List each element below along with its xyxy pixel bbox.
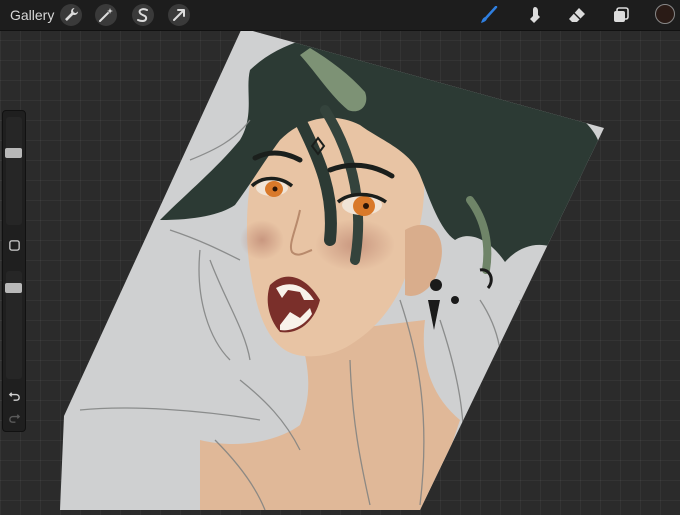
opacity-thumb[interactable] bbox=[5, 283, 22, 293]
brush-icon bbox=[481, 6, 498, 23]
modify-button[interactable] bbox=[6, 237, 22, 253]
layers-icon bbox=[614, 7, 629, 22]
transform-button[interactable] bbox=[168, 4, 190, 26]
magic-wand-icon bbox=[99, 8, 113, 22]
brush-size-thumb[interactable] bbox=[5, 148, 22, 158]
smudge-tool-button[interactable] bbox=[523, 4, 545, 26]
drawing-canvas[interactable] bbox=[0, 0, 680, 510]
artwork bbox=[60, 28, 604, 510]
redo-icon bbox=[8, 413, 20, 423]
selection-button[interactable] bbox=[132, 4, 154, 26]
gallery-button[interactable]: Gallery bbox=[10, 0, 54, 30]
layers-button[interactable] bbox=[610, 4, 632, 26]
eraser-icon bbox=[569, 8, 585, 22]
top-toolbar: Gallery bbox=[0, 0, 680, 31]
undo-button[interactable] bbox=[6, 387, 22, 403]
arrow-cursor-icon bbox=[173, 9, 185, 21]
smudge-finger-icon bbox=[530, 7, 540, 23]
actions-button[interactable] bbox=[60, 4, 82, 26]
redo-button[interactable] bbox=[6, 409, 22, 425]
brush-tool-button[interactable] bbox=[478, 4, 500, 26]
adjustments-button[interactable] bbox=[95, 4, 117, 26]
undo-icon bbox=[8, 391, 20, 401]
brush-sidebar bbox=[2, 110, 26, 432]
eraser-tool-button[interactable] bbox=[566, 4, 588, 26]
wrench-icon bbox=[65, 8, 78, 21]
color-swatch-button[interactable] bbox=[655, 4, 675, 24]
selection-s-icon bbox=[137, 8, 148, 22]
brush-size-slider[interactable] bbox=[5, 117, 22, 225]
square-icon bbox=[8, 239, 20, 251]
opacity-slider[interactable] bbox=[5, 271, 22, 379]
